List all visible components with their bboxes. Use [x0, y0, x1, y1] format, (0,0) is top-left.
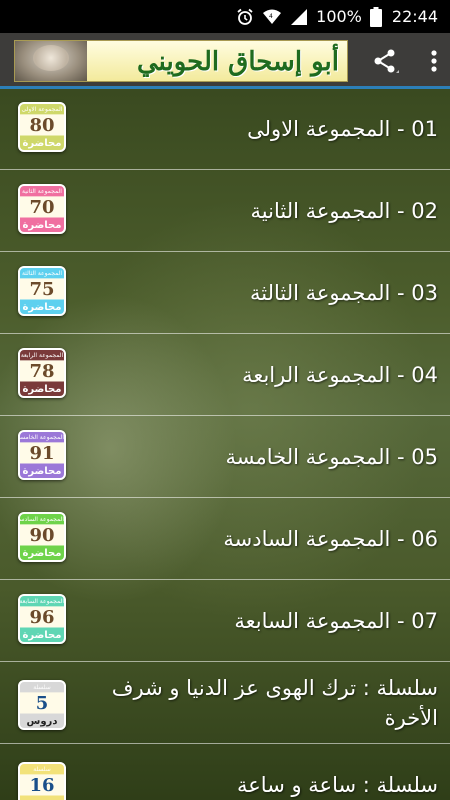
badge-label: المجموعة الثانية [22, 188, 62, 195]
lecture-count-badge: المجموعة الخامسة 91 محاضرة [18, 430, 66, 480]
lecture-count-badge: المجموعة الرابعة 78 محاضرة [18, 348, 66, 398]
badge-number: 96 [29, 607, 55, 628]
badge-unit: محاضرة [22, 466, 62, 477]
action-bar: أبو إسحاق الحويني [0, 33, 450, 89]
badge-number: 80 [29, 115, 55, 136]
badge-label: المجموعة الرابعة [20, 352, 64, 359]
list-item-title-wrap: سلسلة : ساعة و ساعة [110, 745, 438, 800]
lecture-count-badge: المجموعة الثانية 70 محاضرة [18, 184, 66, 234]
badge-unit: محاضرة [22, 302, 62, 313]
list-item-title: سلسلة : ترك الهوى عز الدنيا و شرف الأخرة [111, 676, 438, 730]
lecture-count-badge: المجموعة الثالثة 75 محاضرة [18, 266, 66, 316]
list-item-title-wrap: 06 - المجموعة السادسة [110, 499, 438, 579]
badge-label: المجموعة السابعة [20, 598, 64, 605]
badge-label: سلسلة [33, 684, 51, 691]
badge-unit: محاضرة [22, 384, 62, 395]
list-item-title: 02 - المجموعة الثانية [250, 199, 438, 223]
list-item-title-wrap: 02 - المجموعة الثانية [110, 171, 438, 251]
list-item-title: 04 - المجموعة الرابعة [242, 363, 438, 387]
lecture-count-badge: سلسلة 5 دروس [18, 680, 66, 730]
lecture-list: المجموعة الاولى 80 محاضرة 01 - المجموعة الا… [0, 89, 450, 800]
list-item-title: 06 - المجموعة السادسة [223, 527, 438, 551]
list-item-title-wrap: 05 - المجموعة الخامسة [110, 417, 438, 497]
list-item-title-wrap: سلسلة : ترك الهوى عز الدنيا و شرف الأخرة [110, 663, 438, 743]
badge-unit: دروس [26, 716, 58, 727]
list-item[interactable]: المجموعة الثالثة 75 محاضرة 03 - المجموعة ال… [0, 253, 450, 334]
share-button[interactable] [360, 33, 410, 89]
overflow-menu-button[interactable] [418, 33, 450, 89]
list-item-title-wrap: 04 - المجموعة الرابعة [110, 335, 438, 415]
battery-icon [369, 6, 382, 27]
overflow-menu-icon [431, 50, 437, 72]
badge-label: المجموعة الخامسة [20, 434, 64, 441]
lecture-count-badge: سلسلة16دروس [18, 762, 66, 800]
lecture-count-badge: المجموعة الاولى 80 محاضرة [18, 102, 66, 152]
banner-title: أبو إسحاق الحويني [137, 47, 339, 77]
badge-number: 90 [29, 525, 55, 546]
list-item[interactable]: المجموعة السادسة 90 محاضرة 06 - المجموعة ال… [0, 499, 450, 580]
sheikh-photo [15, 41, 87, 81]
signal-icon [290, 8, 308, 26]
badge-unit: محاضرة [22, 138, 62, 149]
status-time: 22:44 [391, 7, 438, 26]
list-item-title-wrap: 03 - المجموعة الثالثة [110, 253, 438, 333]
lecture-count-badge: المجموعة السادسة 90 محاضرة [18, 512, 66, 562]
list-item-title: 07 - المجموعة السابعة [234, 609, 438, 633]
list-item[interactable]: سلسلة 5 دروس سلسلة : ترك الهوى عز الدنيا و … [0, 663, 450, 744]
badge-number: 70 [29, 197, 55, 218]
list-item[interactable]: المجموعة الرابعة 78 محاضرة 04 - المجموعة ال… [0, 335, 450, 416]
svg-text:4: 4 [269, 13, 273, 20]
badge-number: 91 [29, 443, 55, 464]
list-item-title-wrap: 07 - المجموعة السابعة [110, 581, 438, 661]
list-item-title: 01 - المجموعة الاولى [247, 117, 438, 141]
app-banner: أبو إسحاق الحويني [14, 40, 348, 82]
badge-number: 5 [35, 693, 49, 714]
badge-label: سلسلة [33, 766, 51, 773]
list-item[interactable]: المجموعة الثانية 70 محاضرة 02 - المجموعة ال… [0, 171, 450, 252]
list-item-title: 05 - المجموعة الخامسة [225, 445, 438, 469]
status-bar: 4 100% 22:44 [0, 0, 450, 33]
list-item[interactable]: المجموعة السابعة 96 محاضرة 07 - المجموعة ال… [0, 581, 450, 662]
badge-unit: محاضرة [22, 220, 62, 231]
list-item-title-wrap: 01 - المجموعة الاولى [110, 89, 438, 169]
badge-unit: محاضرة [22, 548, 62, 559]
alarm-icon [236, 8, 254, 26]
list-item[interactable]: المجموعة الخامسة 91 محاضرة 05 - المجموعة ال… [0, 417, 450, 498]
list-item-title: 03 - المجموعة الثالثة [249, 281, 438, 305]
list-item-title: سلسلة : ساعة و ساعة [237, 773, 438, 797]
badge-number: 75 [29, 279, 55, 300]
badge-label: المجموعة الثالثة [21, 270, 63, 277]
share-icon [374, 49, 399, 73]
badge-label: المجموعة الاولى [21, 106, 63, 113]
badge-unit: محاضرة [22, 630, 62, 641]
badge-number: 78 [29, 361, 55, 382]
badge-number: 16 [29, 775, 55, 796]
badge-label: المجموعة السادسة [20, 516, 64, 523]
wifi-icon: 4 [262, 8, 282, 26]
list-item[interactable]: سلسلة16دروسسلسلة : ساعة و ساعة [0, 745, 450, 800]
battery-percent: 100% [316, 7, 362, 26]
lecture-count-badge: المجموعة السابعة 96 محاضرة [18, 594, 66, 644]
list-item[interactable]: المجموعة الاولى 80 محاضرة 01 - المجموعة الا… [0, 89, 450, 170]
